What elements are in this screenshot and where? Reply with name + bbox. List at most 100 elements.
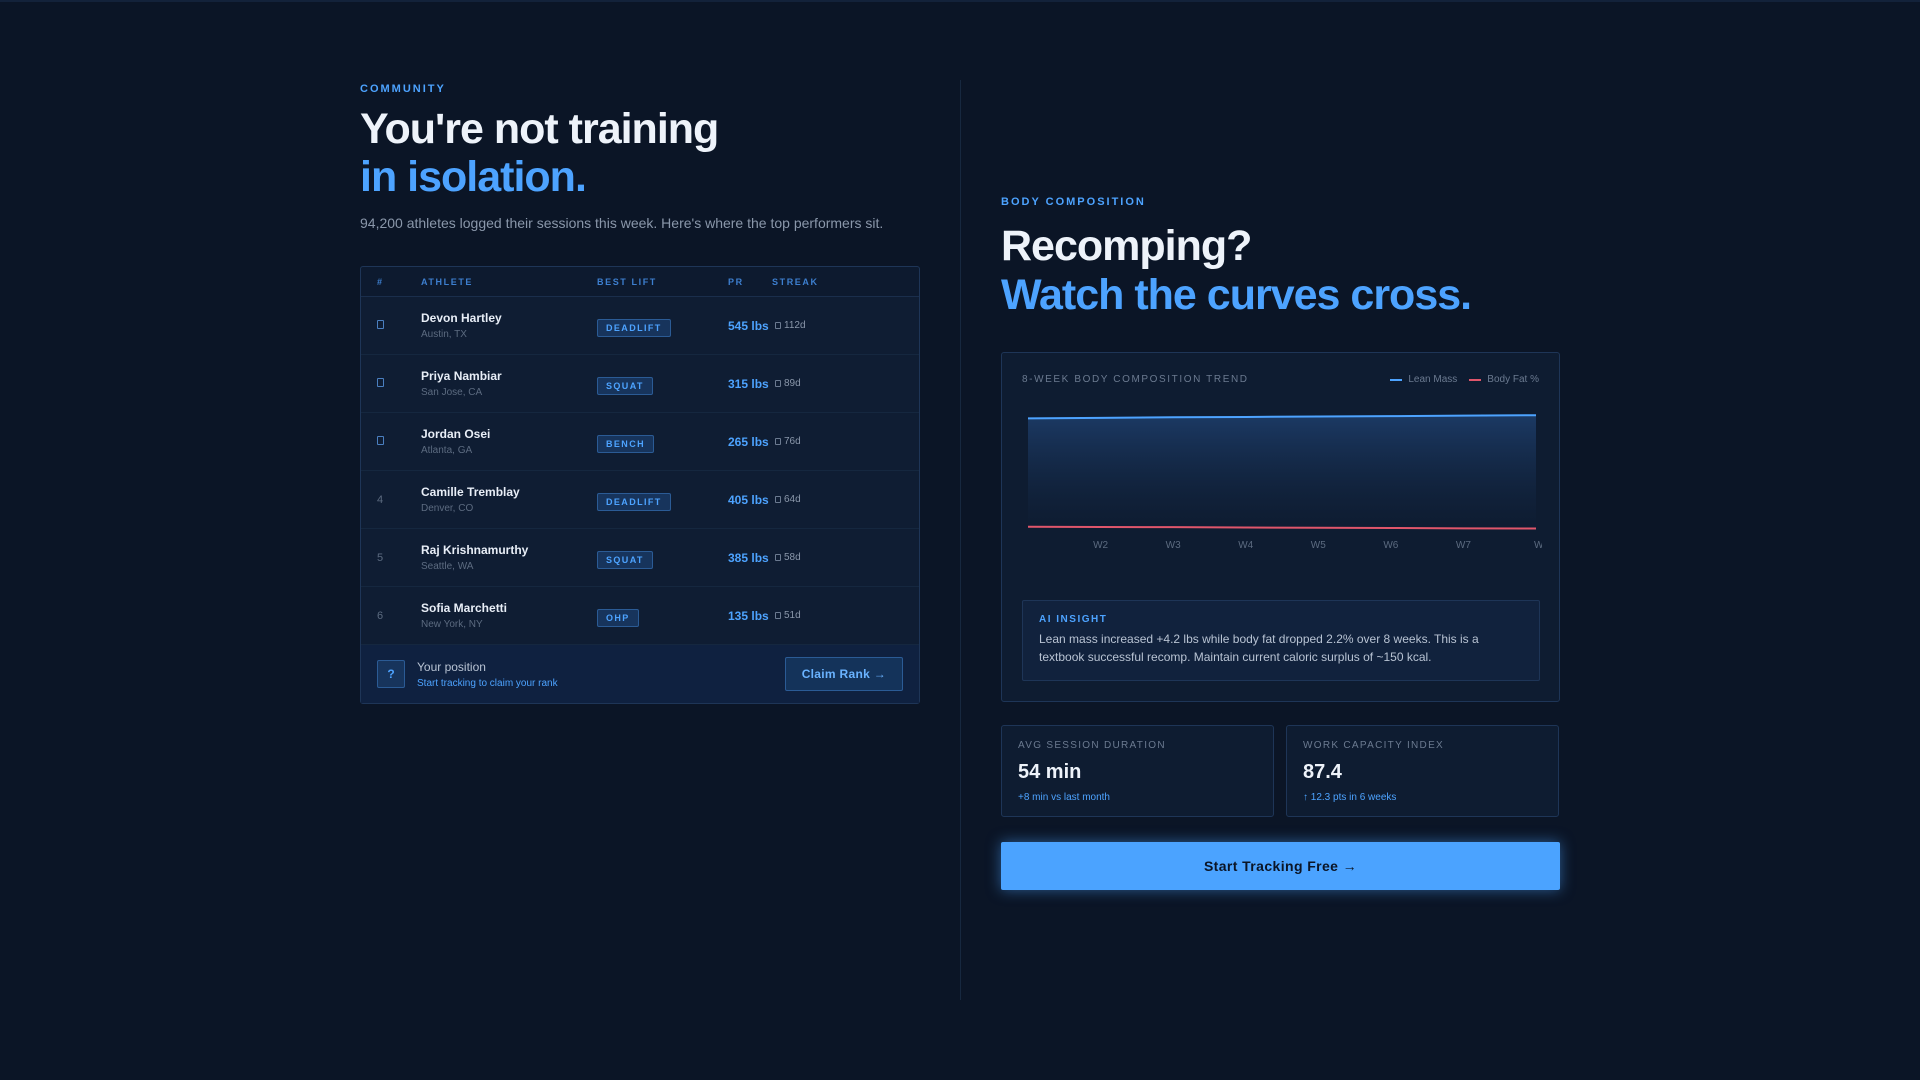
pr-value: 135 lbs [728,608,769,623]
top-border [0,0,1920,2]
streak-value: 89d [784,378,801,389]
header-pr: PR [728,276,744,287]
leaderboard-row[interactable]: 5 Raj Krishnamurthy Seattle, WA SQUAT 385 lb… [361,529,919,587]
leaderboard-rows: Devon Hartley Austin, TX DEADLIFT 545 lbs 11… [361,297,919,645]
leaderboard-row[interactable]: 4 Camille Tremblay Denver, CO DEADLIFT 405 l… [361,471,919,529]
streak-value: 112d [784,320,806,331]
flame-icon [775,612,781,619]
community-subtitle: 94,200 athletes logged their sessions th… [360,215,884,231]
athlete-name: Camille Tremblay [421,485,520,499]
lift-cell: DEADLIFT [597,489,728,511]
ai-insight-text: Lean mass increased +4.2 lbs while body … [1039,632,1479,664]
leaderboard-header: # ATHLETE BEST LIFT PR STREAK [361,267,919,297]
stat-delta: ↑ 12.3 pts in 6 weeks [1303,792,1397,803]
athlete-name: Jordan Osei [421,427,491,441]
legend-body-fat-label: Body Fat % [1487,374,1539,385]
athlete-name: Raj Krishnamurthy [421,543,529,557]
your-position-subtitle: Start tracking to claim your rank [417,677,558,689]
athlete-city: Atlanta, GA [421,445,473,456]
streak-value: 64d [784,494,801,505]
stat-value: 87.4 [1303,761,1342,783]
stat-label: AVG SESSION DURATION [1018,740,1166,751]
leaderboard-row[interactable]: Priya Nambiar San Jose, CA SQUAT 315 lbs 89d [361,355,919,413]
x-tick-label: W4 [1238,540,1253,551]
flame-icon [775,438,781,445]
pr-cell: 265 lbs [728,433,772,451]
lift-badge: SQUAT [597,376,653,395]
streak: 112d [772,320,919,331]
lift-badge: OHP [597,608,639,627]
rank-cell: 6 [361,610,421,622]
legend-lean-mass-label: Lean Mass [1408,374,1458,385]
chart-title: 8-WEEK BODY COMPOSITION TREND [1022,374,1249,385]
medal-icon [377,435,384,445]
x-tick-label: W5 [1311,540,1326,551]
leaderboard-row[interactable]: 6 Sofia Marchetti New York, NY OHP 135 lbs 51… [361,587,919,645]
streak: 51d [772,610,919,621]
streak-cell: 64d [772,494,919,505]
header-rank: # [377,276,384,287]
lift-cell: SQUAT [597,373,728,395]
athlete-city: Denver, CO [421,503,474,514]
legend-lean-mass: Lean Mass [1390,374,1457,385]
lift-cell: SQUAT [597,547,728,569]
flame-icon [775,322,781,329]
athlete-cell: Priya Nambiar San Jose, CA [421,369,597,398]
chart-legend: Lean Mass Body Fat % [1390,374,1539,385]
header-athlete: ATHLETE [421,276,474,287]
streak: 64d [772,494,919,505]
stat-label: WORK CAPACITY INDEX [1303,740,1445,751]
rank-number: 4 [377,493,384,506]
body-comp-headline-line2: Watch the curves cross. [1001,271,1472,319]
body-comp-headline: Recomping? Watch the curves cross. [1001,222,1560,320]
body-fat-swatch [1469,378,1482,381]
leaderboard-row[interactable]: Jordan Osei Atlanta, GA BENCH 265 lbs 76d [361,413,919,471]
x-tick-label: W6 [1383,540,1398,551]
pr-value: 265 lbs [728,434,769,449]
flame-icon [775,496,781,503]
rank-cell: 5 [361,552,421,564]
flame-icon [775,380,781,387]
athlete-name: Priya Nambiar [421,369,502,383]
streak: 58d [772,552,919,563]
lift-badge: DEADLIFT [597,318,671,337]
athlete-city: Austin, TX [421,329,467,340]
streak: 89d [772,378,919,389]
claim-rank-button[interactable]: Claim Rank → [784,657,903,691]
streak-value: 76d [784,436,801,447]
athlete-city: San Jose, CA [421,387,483,398]
leaderboard: # ATHLETE BEST LIFT PR STREAK Devon Hart… [360,266,920,704]
streak-cell: 112d [772,320,919,331]
pr-value: 385 lbs [728,550,769,565]
area-fill [1028,415,1536,529]
stat-card-session-duration: AVG SESSION DURATION 54 min +8 min vs la… [1001,725,1274,817]
body-comp-headline-line1: Recomping? [1001,222,1252,270]
lift-cell: BENCH [597,431,728,453]
legend-body-fat: Body Fat % [1469,374,1539,385]
your-position-title: Your position [417,659,486,674]
rank-cell [361,319,421,332]
trend-chart: W2 W3 W4 W5 W6 W7 W8 [1027,414,1542,551]
x-tick-label: W8 [1534,540,1542,551]
athlete-city: Seattle, WA [421,561,474,572]
stat-delta: +8 min vs last month [1018,792,1110,803]
lift-cell: OHP [597,605,728,627]
rank-number: 6 [377,609,384,622]
start-tracking-button[interactable]: Start Tracking Free → [1001,842,1560,890]
lift-badge: BENCH [597,434,655,453]
rank-cell [361,377,421,390]
pr-value: 315 lbs [728,376,769,391]
pr-value: 405 lbs [728,492,769,507]
leaderboard-row[interactable]: Devon Hartley Austin, TX DEADLIFT 545 lbs 11… [361,297,919,355]
your-position-text: Your position Start tracking to claim yo… [417,660,785,689]
pr-value: 545 lbs [728,318,769,333]
community-headline: You're not training in isolation. [360,105,920,201]
athlete-cell: Raj Krishnamurthy Seattle, WA [421,543,597,572]
medal-icon [377,319,384,329]
x-tick-label: W2 [1093,540,1108,551]
pr-cell: 315 lbs [728,375,772,393]
x-tick-label: W7 [1456,540,1471,551]
community-headline-line2: in isolation. [360,153,587,201]
pr-cell: 545 lbs [728,317,772,335]
lean-mass-swatch [1390,378,1403,381]
